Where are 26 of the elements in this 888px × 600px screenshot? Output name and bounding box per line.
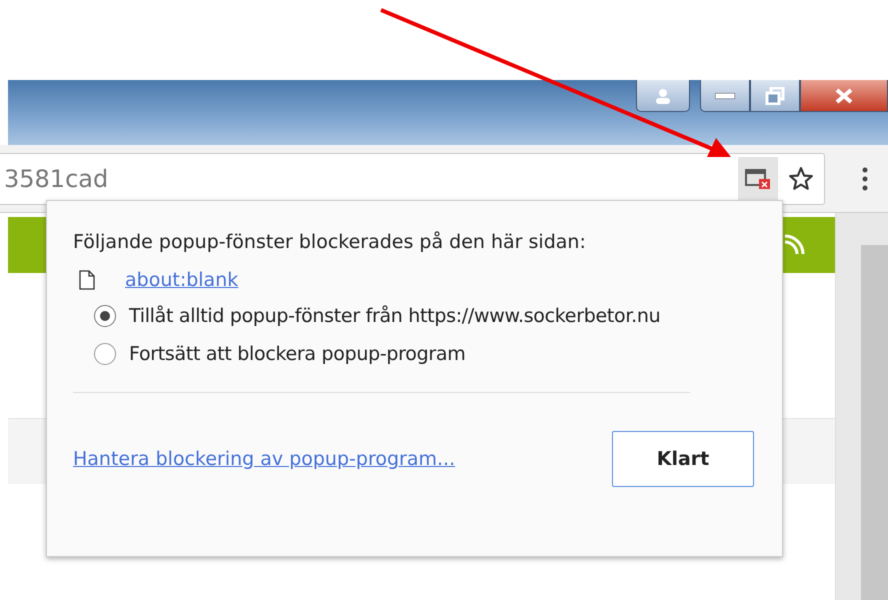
radio-button[interactable] bbox=[94, 343, 116, 365]
restore-button[interactable] bbox=[750, 80, 800, 112]
minimize-icon bbox=[715, 92, 735, 98]
feed-icon bbox=[783, 234, 805, 256]
url-text: 3581cad bbox=[4, 164, 110, 192]
scrollbar[interactable] bbox=[835, 213, 888, 600]
profile-button[interactable] bbox=[636, 80, 690, 112]
person-icon bbox=[654, 88, 672, 104]
close-icon bbox=[834, 88, 854, 104]
option-label: Tillåt alltid popup-fönster från https://www.sockerbetor.nu bbox=[129, 305, 660, 327]
document-icon bbox=[79, 270, 95, 290]
address-bar[interactable]: 3581cad bbox=[0, 152, 825, 204]
popup-blocked-button[interactable] bbox=[738, 156, 778, 200]
done-button[interactable]: Klart bbox=[612, 431, 754, 487]
manage-blocking-link[interactable]: Hantera blockering av popup-program... bbox=[73, 448, 456, 470]
option-label: Fortsätt att blockera popup-program bbox=[129, 343, 466, 365]
dialog-heading: Följande popup-fönster blockerades på den här sidan: bbox=[73, 231, 587, 253]
radio-button[interactable] bbox=[94, 305, 116, 327]
scrollbar-thumb[interactable] bbox=[861, 245, 888, 600]
close-button[interactable] bbox=[800, 80, 888, 112]
blocked-popup-link[interactable]: about:blank bbox=[125, 269, 238, 291]
star-icon bbox=[788, 166, 814, 192]
blocked-window-icon bbox=[745, 168, 771, 190]
menu-icon bbox=[862, 166, 868, 190]
restore-icon bbox=[765, 86, 785, 104]
minimize-button[interactable] bbox=[700, 80, 750, 112]
